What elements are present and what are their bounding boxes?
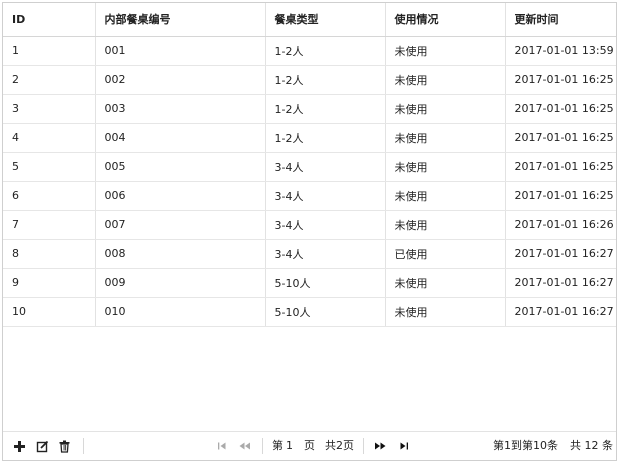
table-row[interactable]: 8 008 3-4人 已使用 2017-01-01 16:27: [3, 239, 616, 269]
column-header-updated-time[interactable]: 更新时间: [505, 3, 616, 37]
cell-table-code: 001: [95, 36, 266, 66]
cell-table-type: 1-2人: [265, 94, 386, 124]
cell-usage: 未使用: [385, 36, 506, 66]
table-row[interactable]: 3 003 1-2人 未使用 2017-01-01 16:25: [3, 94, 616, 124]
plus-icon[interactable]: [13, 439, 27, 453]
table-row[interactable]: 6 006 3-4人 未使用 2017-01-01 16:25: [3, 181, 616, 211]
column-header-usage[interactable]: 使用情况: [385, 3, 506, 37]
first-page-icon[interactable]: [216, 439, 228, 453]
cell-id: 8: [3, 239, 96, 269]
page-prefix: 第: [272, 439, 283, 452]
record-range: 第1到第10条: [493, 439, 558, 452]
cell-usage: 未使用: [385, 181, 506, 211]
page-suffix: 页: [304, 439, 315, 452]
cell-id: 2: [3, 65, 96, 95]
edit-icon[interactable]: [36, 439, 50, 453]
cell-table-type: 3-4人: [265, 181, 386, 211]
cell-usage: 未使用: [385, 152, 506, 182]
column-header-table-code[interactable]: 内部餐桌编号: [95, 3, 266, 37]
cell-id: 7: [3, 210, 96, 240]
cell-usage: 未使用: [385, 65, 506, 95]
cell-updated-time: 2017-01-01 16:27: [505, 268, 616, 298]
cell-id: 4: [3, 123, 96, 153]
cell-table-code: 003: [95, 94, 266, 124]
cell-usage: 未使用: [385, 268, 506, 298]
cell-table-type: 5-10人: [265, 297, 386, 327]
cell-updated-time: 2017-01-01 16:25: [505, 123, 616, 153]
cell-usage: 未使用: [385, 297, 506, 327]
toolbar-divider: [83, 438, 84, 454]
cell-updated-time: 2017-01-01 16:27: [505, 297, 616, 327]
cell-table-code: 009: [95, 268, 266, 298]
cell-id: 9: [3, 268, 96, 298]
trash-icon[interactable]: [58, 439, 72, 453]
cell-usage: 已使用: [385, 239, 506, 269]
next-page-icon[interactable]: [374, 439, 387, 453]
cell-table-code: 002: [95, 65, 266, 95]
cell-updated-time: 2017-01-01 16:26: [505, 210, 616, 240]
column-header-id[interactable]: ID: [3, 3, 96, 37]
cell-id: 10: [3, 297, 96, 327]
cell-id: 5: [3, 152, 96, 182]
cell-updated-time: 2017-01-01 16:27: [505, 239, 616, 269]
last-page-icon[interactable]: [398, 439, 410, 453]
cell-table-code: 004: [95, 123, 266, 153]
column-header-table-type[interactable]: 餐桌类型: [265, 3, 386, 37]
cell-table-code: 008: [95, 239, 266, 269]
cell-table-code: 010: [95, 297, 266, 327]
cell-table-type: 3-4人: [265, 239, 386, 269]
table-row[interactable]: 1 001 1-2人 未使用 2017-01-01 13:59: [3, 36, 616, 66]
cell-table-code: 005: [95, 152, 266, 182]
cell-table-type: 1-2人: [265, 36, 386, 66]
cell-id: 6: [3, 181, 96, 211]
pagination-divider: [262, 438, 263, 454]
cell-usage: 未使用: [385, 94, 506, 124]
cell-id: 1: [3, 36, 96, 66]
cell-table-type: 1-2人: [265, 123, 386, 153]
cell-updated-time: 2017-01-01 16:25: [505, 94, 616, 124]
cell-table-type: 3-4人: [265, 152, 386, 182]
table-row[interactable]: 2 002 1-2人 未使用 2017-01-01 16:25: [3, 65, 616, 95]
cell-table-type: 3-4人: [265, 210, 386, 240]
total-pages: 共2页: [325, 439, 354, 452]
cell-table-code: 007: [95, 210, 266, 240]
cell-usage: 未使用: [385, 210, 506, 240]
pagination-bar: 第 1 页 共2页 第1到第10条 共 12 条: [3, 431, 616, 460]
data-grid-panel: ID 内部餐桌编号 餐桌类型 使用情况 更新时间 1 001 1-2人 未使用 …: [2, 2, 617, 461]
cell-table-type: 1-2人: [265, 65, 386, 95]
record-total: 共 12 条: [570, 439, 613, 452]
table-row[interactable]: 4 004 1-2人 未使用 2017-01-01 16:25: [3, 123, 616, 153]
table-row[interactable]: 9 009 5-10人 未使用 2017-01-01 16:27: [3, 268, 616, 298]
cell-usage: 未使用: [385, 123, 506, 153]
table-row[interactable]: 10 010 5-10人 未使用 2017-01-01 16:27: [3, 297, 616, 327]
cell-updated-time: 2017-01-01 13:59: [505, 36, 616, 66]
table-row[interactable]: 5 005 3-4人 未使用 2017-01-01 16:25: [3, 152, 616, 182]
prev-page-icon[interactable]: [238, 439, 251, 453]
page-number-input[interactable]: 1: [286, 439, 293, 453]
cell-table-type: 5-10人: [265, 268, 386, 298]
cell-updated-time: 2017-01-01 16:25: [505, 181, 616, 211]
data-table: ID 内部餐桌编号 餐桌类型 使用情况 更新时间 1 001 1-2人 未使用 …: [3, 3, 616, 327]
cell-updated-time: 2017-01-01 16:25: [505, 65, 616, 95]
cell-id: 3: [3, 94, 96, 124]
pagination-divider: [363, 438, 364, 454]
table-header-row: ID 内部餐桌编号 餐桌类型 使用情况 更新时间: [3, 3, 616, 37]
table-row[interactable]: 7 007 3-4人 未使用 2017-01-01 16:26: [3, 210, 616, 240]
cell-table-code: 006: [95, 181, 266, 211]
cell-updated-time: 2017-01-01 16:25: [505, 152, 616, 182]
